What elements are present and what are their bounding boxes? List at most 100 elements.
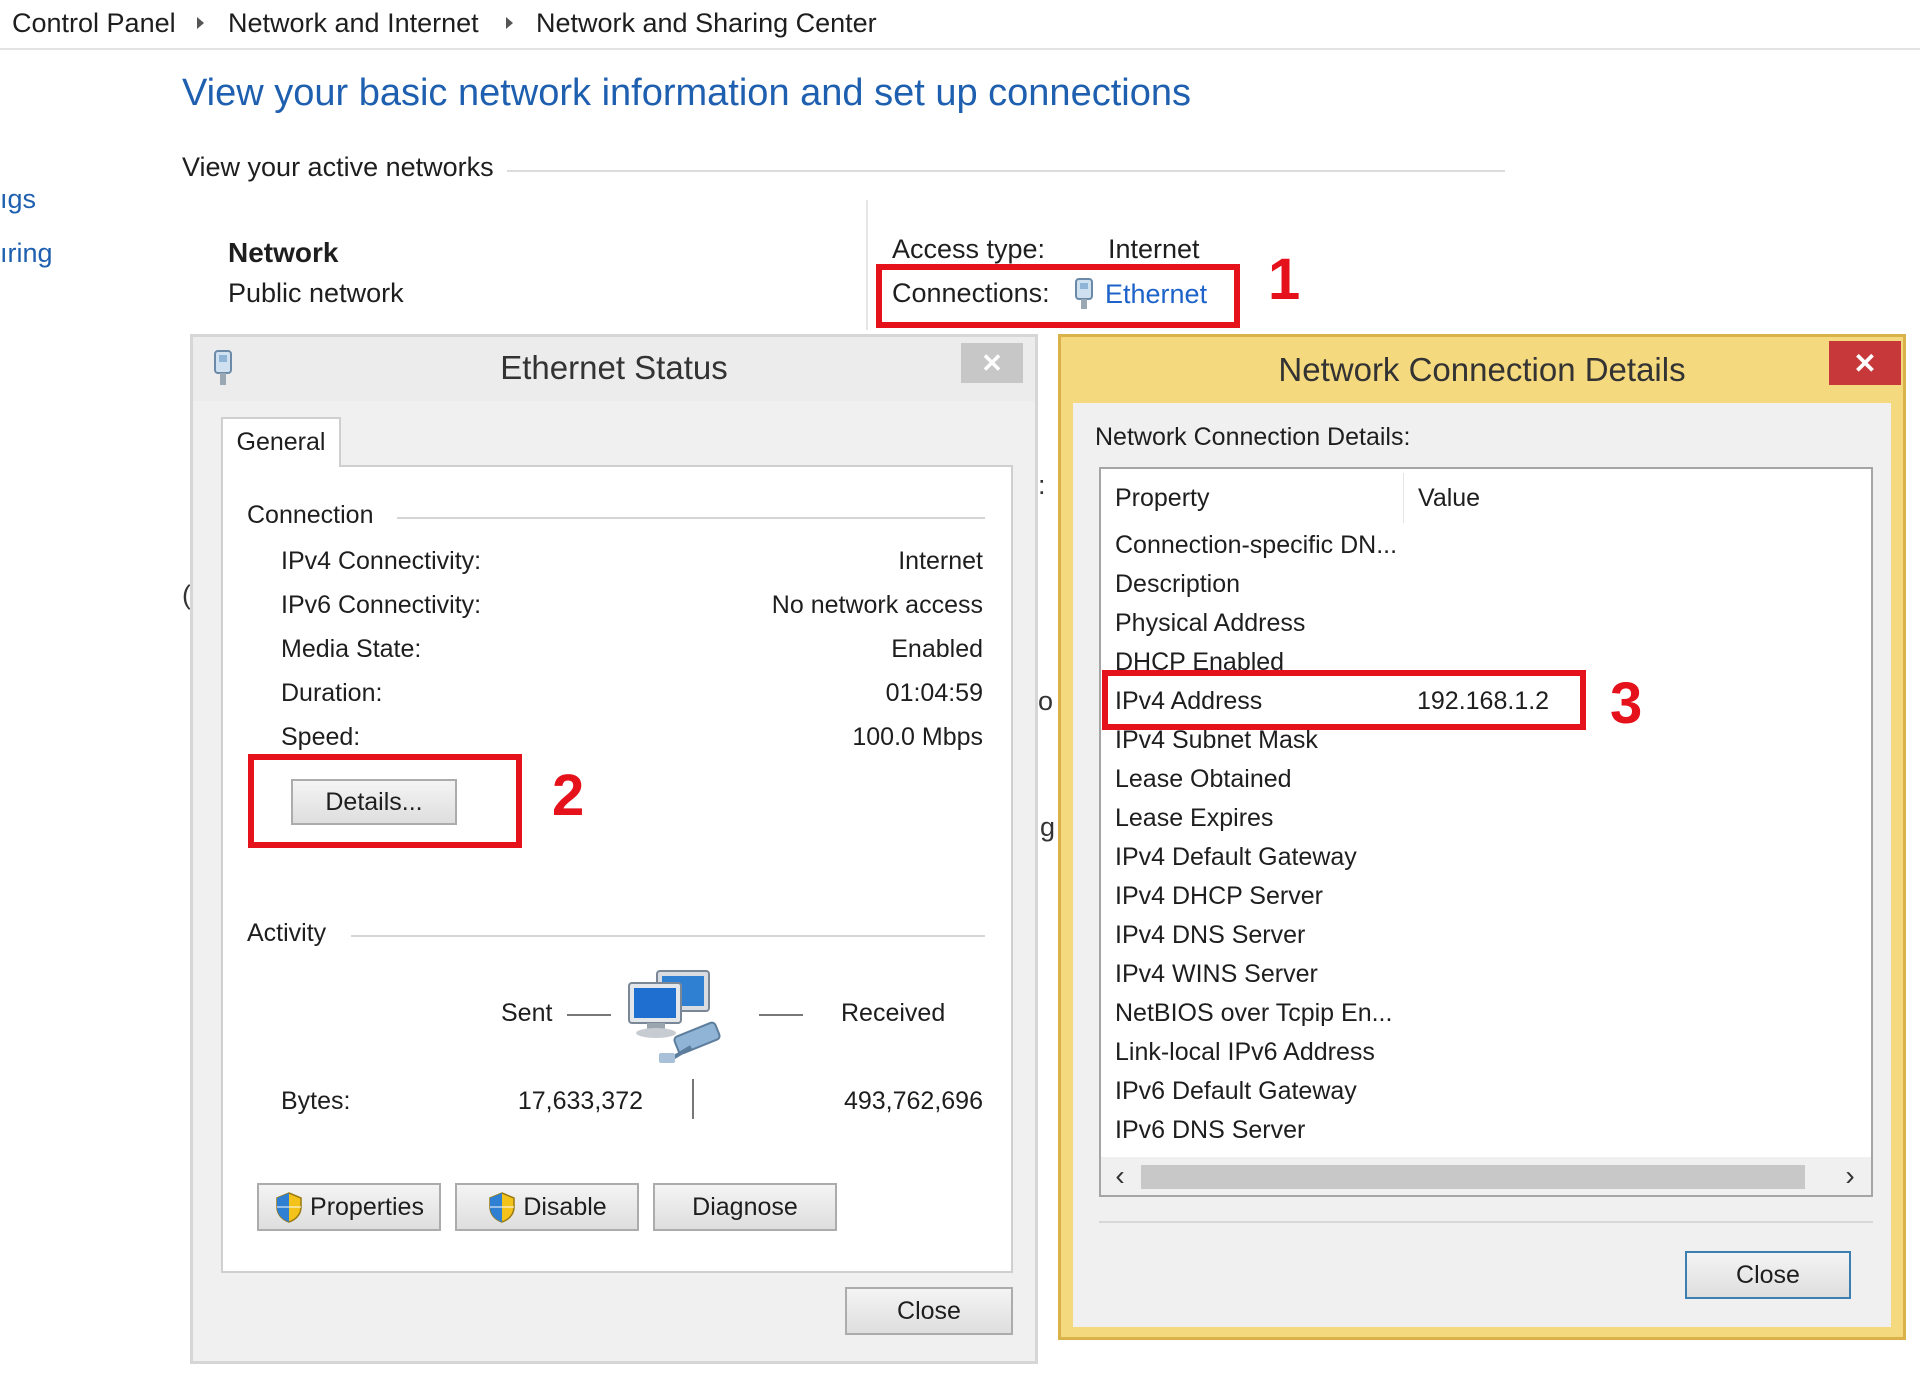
- diagnose-button[interactable]: Diagnose: [653, 1183, 837, 1231]
- property-cell: Description: [1115, 570, 1241, 598]
- scroll-left-icon[interactable]: ‹: [1105, 1157, 1135, 1195]
- ethernet-status-titlebar[interactable]: Ethernet Status ✕: [193, 337, 1035, 401]
- access-type-value: Internet: [1108, 234, 1200, 264]
- dialog-divider: [1099, 1221, 1873, 1223]
- list-row[interactable]: Link-local IPv6 Address: [1101, 1034, 1871, 1073]
- list-row[interactable]: Physical Address: [1101, 605, 1871, 644]
- group-divider: [397, 517, 985, 519]
- highlight-box-connections: [876, 264, 1240, 328]
- property-cell: Lease Obtained: [1115, 765, 1292, 793]
- occluded-text-fragment: o: [1038, 686, 1054, 716]
- connection-group-label: Connection: [247, 501, 374, 529]
- media-state-label: Media State:: [281, 635, 422, 663]
- list-row[interactable]: IPv4 DNS Server: [1101, 917, 1871, 956]
- details-list[interactable]: Property Value Connection-specific DN...…: [1099, 467, 1873, 1197]
- media-state-value: Enabled: [891, 635, 983, 663]
- breadcrumb-network-and-sharing-center[interactable]: Network and Sharing Center: [536, 8, 877, 39]
- uac-shield-icon: [489, 1192, 516, 1223]
- list-row[interactable]: IPv6 Default Gateway: [1101, 1073, 1871, 1112]
- property-cell: Physical Address: [1115, 609, 1306, 637]
- vertical-divider: [866, 200, 868, 330]
- sent-dash: [567, 1014, 611, 1016]
- list-row[interactable]: Description: [1101, 566, 1871, 605]
- list-row[interactable]: IPv4 DHCP Server: [1101, 878, 1871, 917]
- highlight-box-details: [248, 754, 522, 848]
- scrollbar-thumb[interactable]: [1141, 1165, 1805, 1189]
- list-row[interactable]: IPv4 Default Gateway: [1101, 839, 1871, 878]
- details-heading: Network Connection Details:: [1095, 423, 1411, 451]
- sidebar-link-fragment[interactable]: ıgs: [0, 184, 36, 215]
- ipv6-connectivity-value: No network access: [771, 591, 983, 619]
- property-cell: Connection-specific DN...: [1115, 531, 1398, 559]
- scroll-right-icon[interactable]: ›: [1835, 1157, 1865, 1195]
- breadcrumb-network-and-internet[interactable]: Network and Internet: [228, 8, 479, 39]
- tab-general[interactable]: General: [221, 417, 341, 467]
- section-divider: [507, 170, 1505, 172]
- sent-label: Sent: [501, 999, 553, 1027]
- uac-shield-icon: [276, 1192, 302, 1223]
- callout-number-1: 1: [1268, 247, 1301, 312]
- bytes-divider: [692, 1079, 694, 1119]
- ipv4-connectivity-value: Internet: [898, 547, 983, 575]
- column-header-value[interactable]: Value: [1404, 469, 1871, 527]
- received-label: Received: [841, 999, 946, 1027]
- bytes-sent-value: 17,633,372: [517, 1087, 643, 1115]
- column-header-property[interactable]: Property: [1101, 469, 1403, 527]
- property-cell: IPv4 DHCP Server: [1115, 882, 1323, 910]
- callout-number-2: 2: [552, 763, 585, 828]
- breadcrumb: Control Panel Network and Internet Netwo…: [0, 0, 1920, 50]
- property-cell: IPv4 DNS Server: [1115, 921, 1306, 949]
- breadcrumb-control-panel[interactable]: Control Panel: [12, 8, 176, 39]
- occluded-text-fragment: g: [1040, 812, 1056, 842]
- property-cell: NetBIOS over Tcpip En...: [1115, 999, 1393, 1027]
- property-cell: Lease Expires: [1115, 804, 1274, 832]
- sidebar-link-fragment[interactable]: ıring: [0, 238, 53, 269]
- speed-value: 100.0 Mbps: [852, 723, 983, 751]
- ethernet-status-close-button[interactable]: Close: [845, 1287, 1013, 1335]
- activity-group-label: Activity: [247, 919, 327, 947]
- duration-label: Duration:: [281, 679, 383, 707]
- ipv4-connectivity-label: IPv4 Connectivity:: [281, 547, 482, 575]
- active-networks-heading: View your active networks: [182, 152, 494, 182]
- network-name: Network: [228, 237, 339, 268]
- group-divider: [351, 935, 985, 937]
- properties-button[interactable]: Properties: [257, 1183, 441, 1231]
- ethernet-status-title: Ethernet Status: [500, 349, 728, 386]
- ethernet-status-window: Ethernet Status ✕ General Connection IPv…: [190, 334, 1038, 1364]
- duration-value: 01:04:59: [885, 679, 983, 707]
- property-cell: IPv4 Subnet Mask: [1115, 726, 1318, 754]
- list-row[interactable]: IPv6 DNS Server: [1101, 1112, 1871, 1151]
- breadcrumb-separator-icon: [197, 17, 204, 29]
- network-computers-icon: [628, 970, 721, 1063]
- network-connection-details-close-button[interactable]: Close: [1685, 1251, 1851, 1299]
- bytes-label: Bytes:: [281, 1087, 351, 1115]
- network-connection-details-title: Network Connection Details: [1278, 351, 1686, 388]
- network-type: Public network: [228, 278, 404, 308]
- disable-button-label: Disable: [523, 1192, 607, 1221]
- ethernet-status-close-x-button[interactable]: ✕: [961, 343, 1023, 383]
- property-cell: Link-local IPv6 Address: [1115, 1038, 1375, 1066]
- horizontal-scrollbar[interactable]: ‹ ›: [1101, 1157, 1871, 1195]
- network-connection-details-body: Network Connection Details: Property Val…: [1073, 403, 1891, 1327]
- access-type-label: Access type:: [892, 234, 1046, 264]
- property-cell: IPv6 Default Gateway: [1115, 1077, 1357, 1105]
- ethernet-general-panel: Connection IPv4 Connectivity: Internet I…: [221, 465, 1013, 1273]
- close-icon: ✕: [981, 347, 1003, 378]
- network-connection-details-close-x-button[interactable]: ✕: [1829, 341, 1901, 385]
- properties-button-label: Properties: [310, 1192, 424, 1221]
- network-connection-details-window: Network Connection Details ✕ Network Con…: [1058, 334, 1906, 1340]
- speed-label: Speed:: [281, 723, 361, 751]
- list-row[interactable]: Lease Obtained: [1101, 761, 1871, 800]
- page-title: View your basic network information and …: [182, 72, 1191, 114]
- bytes-received-value: 493,762,696: [843, 1087, 983, 1115]
- callout-number-3: 3: [1610, 671, 1643, 736]
- disable-button[interactable]: Disable: [455, 1183, 639, 1231]
- list-row[interactable]: Lease Expires: [1101, 800, 1871, 839]
- list-row[interactable]: IPv4 WINS Server: [1101, 956, 1871, 995]
- property-cell: IPv4 Default Gateway: [1115, 843, 1357, 871]
- ipv6-connectivity-label: IPv6 Connectivity:: [281, 591, 482, 619]
- close-icon: ✕: [1853, 347, 1877, 379]
- occluded-text-fragment: :: [1038, 470, 1046, 500]
- list-row[interactable]: NetBIOS over Tcpip En...: [1101, 995, 1871, 1034]
- list-row[interactable]: Connection-specific DN...: [1101, 527, 1871, 566]
